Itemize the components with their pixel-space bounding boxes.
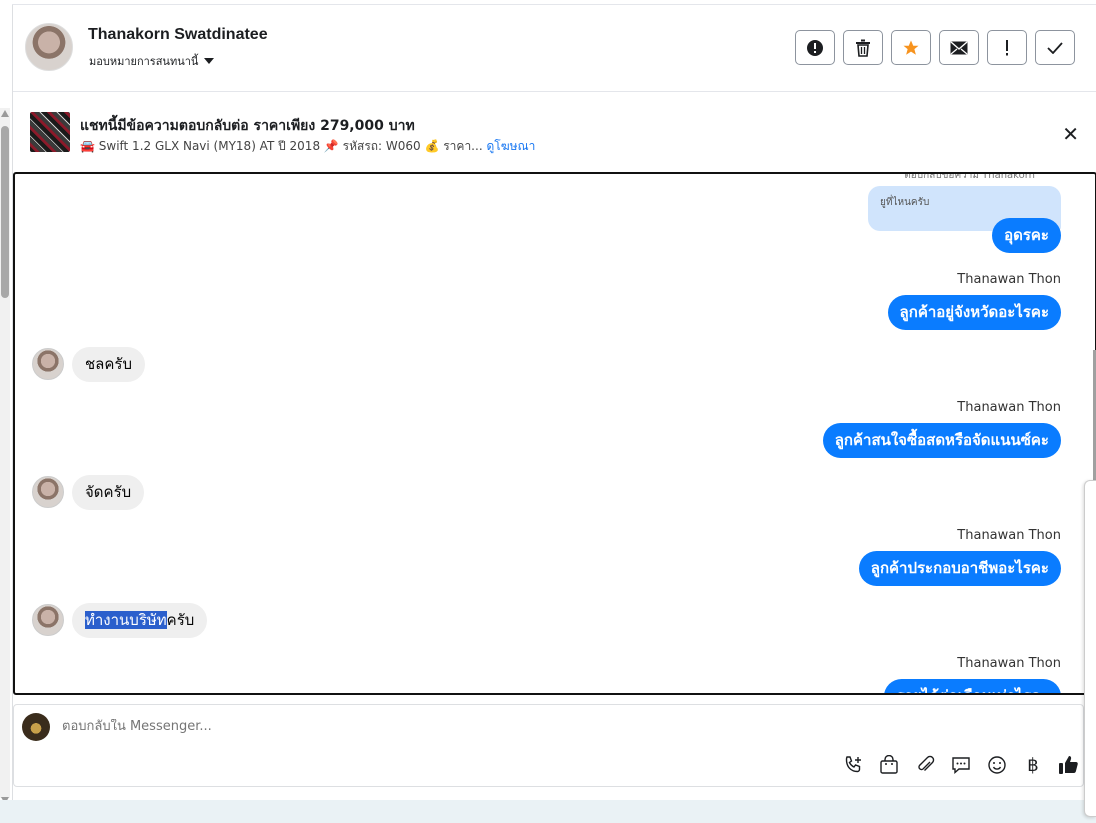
call-button[interactable]: [841, 753, 865, 777]
scroll-up-arrow-icon[interactable]: [1, 110, 9, 117]
composer-tools: ฿: [841, 753, 1081, 777]
emoji-button[interactable]: [985, 753, 1009, 777]
message-sender-name: Thanawan Thon: [957, 400, 1061, 415]
incoming-message[interactable]: จัดครับ: [72, 475, 145, 510]
message-text: ครับ: [166, 611, 195, 629]
delete-button[interactable]: [843, 30, 883, 65]
alert-circle-icon: [807, 39, 823, 56]
shop-button[interactable]: [877, 753, 901, 777]
mark-unread-button[interactable]: [939, 30, 979, 65]
ad-description: 🚘 Swift 1.2 GLX Navi (MY18) AT ปี 2018 📌…: [80, 139, 483, 153]
selected-text[interactable]: ทำงานบริษัท: [85, 611, 167, 629]
page-scrollbar[interactable]: [0, 108, 10, 804]
attach-button[interactable]: [913, 753, 937, 777]
mark-done-button[interactable]: [1035, 30, 1075, 65]
envelope-icon: [950, 40, 968, 54]
header-actions: [795, 30, 1075, 65]
saved-reply-icon: [952, 757, 970, 775]
message-sender-name: Thanawan Thon: [957, 656, 1061, 671]
star-button[interactable]: [891, 30, 931, 65]
ad-subtitle: 🚘 Swift 1.2 GLX Navi (MY18) AT ปี 2018 📌…: [80, 137, 535, 156]
top-divider: [12, 4, 1096, 5]
follow-up-button[interactable]: [987, 30, 1027, 65]
contact-avatar-small[interactable]: [32, 348, 64, 380]
ad-context-banner: แชทนี้มีข้อความตอบกลับต่อ ราคาเพียง 279,…: [13, 93, 1096, 173]
report-spam-button[interactable]: [795, 30, 835, 65]
reply-context-label: ตอบกลับข้อความ Thanakorn: [904, 172, 1035, 181]
thumbs-up-icon: [1059, 756, 1078, 774]
incoming-message[interactable]: ทำงานบริษัทครับ: [72, 603, 208, 638]
reply-composer: ฿: [13, 704, 1084, 787]
chevron-down-icon: [204, 58, 215, 64]
message-sender-name: Thanawan Thon: [957, 528, 1061, 543]
incoming-message[interactable]: ชลครับ: [72, 347, 145, 382]
contact-avatar-small[interactable]: [32, 604, 64, 636]
outgoing-message[interactable]: อุดรคะ: [992, 218, 1061, 253]
page-avatar: [22, 713, 50, 741]
side-popup-edge: [1084, 480, 1096, 817]
outgoing-message[interactable]: รายได้ต่อเดือนเท่าไรคะ: [884, 679, 1061, 693]
ad-thumbnail[interactable]: [30, 112, 70, 152]
conversation-panel: Thanakorn Swatdinatee มอบหมายการสนทนานี้: [12, 4, 1096, 800]
like-button[interactable]: [1057, 753, 1081, 777]
ad-title: แชทนี้มีข้อความตอบกลับต่อ ราคาเพียง 279,…: [80, 118, 415, 134]
conversation-header: Thanakorn Swatdinatee มอบหมายการสนทนานี้: [13, 4, 1096, 92]
baht-icon: ฿: [1027, 754, 1039, 776]
message-input[interactable]: [62, 719, 662, 734]
contact-name[interactable]: Thanakorn Swatdinatee: [88, 26, 268, 44]
contact-avatar-small[interactable]: [32, 476, 64, 508]
emoji-icon: [988, 756, 1006, 774]
contact-avatar[interactable]: [25, 23, 73, 71]
assign-label: มอบหมายการสนทนานี้: [89, 55, 199, 68]
outgoing-message[interactable]: ลูกค้าสนใจซื้อสดหรือจัดแนนซ์คะ: [822, 423, 1061, 458]
page-footer-strip: [0, 800, 1096, 823]
call-icon: [845, 756, 861, 773]
payment-button[interactable]: ฿: [1021, 753, 1045, 777]
outgoing-message[interactable]: ลูกค้าอยู่จังหวัดอะไรคะ: [887, 295, 1061, 330]
saved-replies-button[interactable]: [949, 753, 973, 777]
exclamation-icon: [1006, 39, 1008, 55]
scroll-thumb[interactable]: [1, 126, 9, 298]
check-icon: [1047, 41, 1063, 54]
paperclip-icon: [918, 755, 935, 771]
star-icon: [903, 40, 919, 55]
message-thread[interactable]: ตอบกลับข้อความ Thanakorn ยูที่ไหนครับ อุ…: [13, 172, 1096, 695]
assign-conversation-dropdown[interactable]: มอบหมายการสนทนานี้: [89, 52, 215, 70]
close-icon[interactable]: ✕: [1062, 124, 1079, 144]
trash-icon: [856, 39, 870, 57]
message-sender-name: Thanawan Thon: [957, 272, 1061, 287]
view-ad-link[interactable]: ดูโฆษณา: [486, 139, 535, 153]
shopping-bag-icon: [880, 755, 898, 774]
outgoing-message[interactable]: ลูกค้าประกอบอาชีพอะไรคะ: [858, 551, 1061, 586]
